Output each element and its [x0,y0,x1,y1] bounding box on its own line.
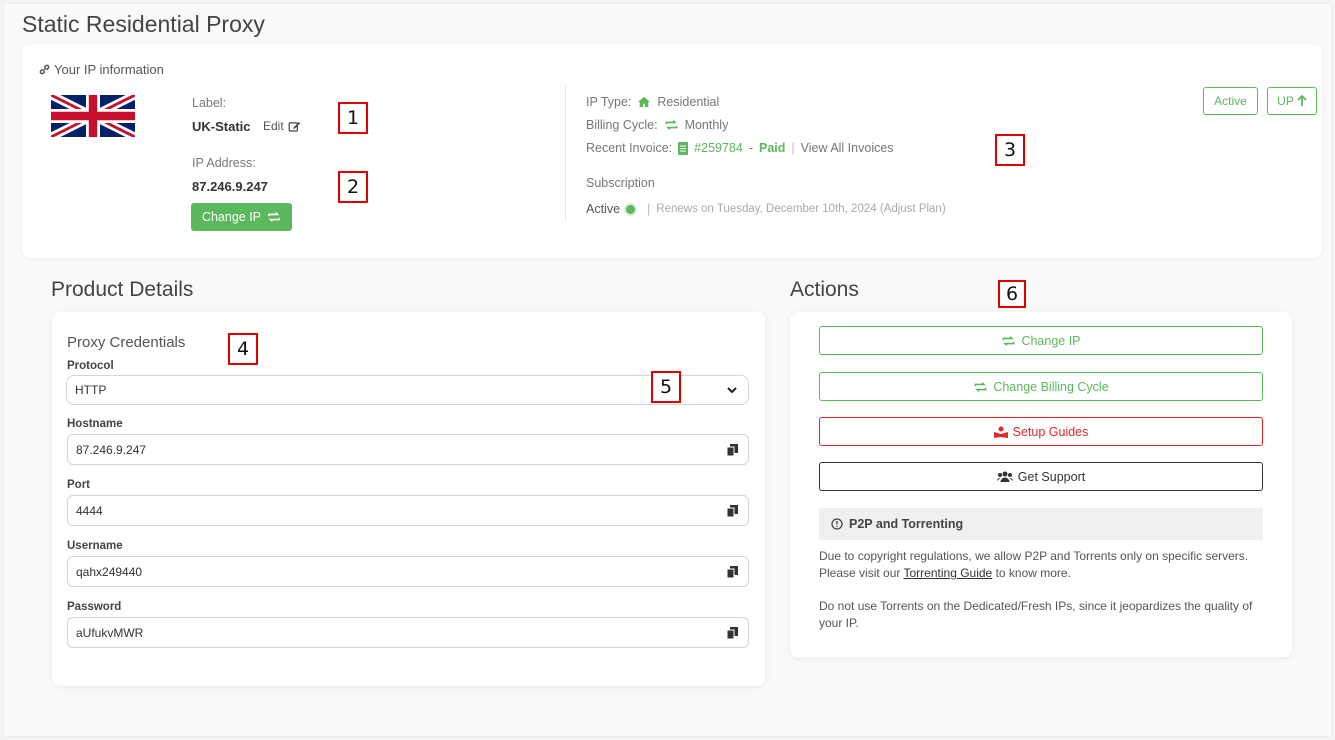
recent-invoice-row: Recent Invoice: #259784 - Paid | View Al… [586,141,894,155]
p2p-warning: Do not use Torrents on the Dedicated/Fre… [819,599,1253,630]
status-dot-icon [626,204,636,214]
home-icon [637,96,651,108]
invoice-status: Paid [759,141,786,155]
refresh-icon [267,211,281,223]
annotation-marker-2: 2 [338,171,368,203]
guide-icon [993,426,1008,438]
view-all-invoices-link[interactable]: View All Invoices [801,141,894,155]
copy-icon[interactable] [727,626,738,639]
subscription-status: Active [586,202,621,216]
copy-icon[interactable] [727,565,738,578]
password-field[interactable]: aUfukvMWR [67,617,749,648]
annotation-marker-1: 1 [338,102,368,134]
port-field[interactable]: 4444 [67,495,749,526]
arrow-up-icon [1297,95,1307,107]
hostname-field[interactable]: 87.246.9.247 [67,434,749,465]
ip-address-caption: IP Address: [192,156,256,170]
credentials-title: Proxy Credentials [67,334,186,351]
port-label: Port [67,479,90,491]
protocol-label: Protocol [67,360,114,372]
annotation-marker-6: 6 [998,280,1026,308]
ip-address-value: 87.246.9.247 [192,179,268,194]
uk-flag [51,95,135,137]
actions-title: Actions [790,278,859,301]
p2p-paragraph: Due to copyright regulations, we allow P… [819,549,1249,580]
status-badge[interactable]: Active [1203,87,1258,115]
info-circle-icon [831,518,843,530]
actions-card: Change IP Change Billing Cycle Setup Gui… [790,312,1292,657]
edit-icon [288,120,301,133]
annotation-marker-5: 5 [651,371,681,403]
billing-cycle-row: Billing Cycle: Monthly [586,118,729,132]
annotation-marker-3: 3 [995,134,1025,166]
ip-info-card: Your IP information Label: UK-Static Edi… [22,44,1322,258]
torrenting-guide-link[interactable]: Torrenting Guide [904,566,993,580]
copy-icon[interactable] [727,504,738,517]
ip-type-value: Residential [657,95,720,109]
get-support-button[interactable]: Get Support [819,462,1263,491]
password-label: Password [67,601,122,613]
action-change-ip-button[interactable]: Change IP [819,326,1263,355]
chevron-down-icon [726,386,738,395]
username-label: Username [67,540,123,552]
page-title: Static Residential Proxy [22,11,265,37]
subscription-row: Active | Renews on Tuesday, December 10t… [586,202,946,216]
billing-cycle-value: Monthly [684,118,729,132]
change-billing-cycle-button[interactable]: Change Billing Cycle [819,372,1263,401]
ip-type-row: IP Type: Residential [586,95,720,109]
invoice-number-link[interactable]: #259784 [694,141,743,155]
change-ip-button[interactable]: Change IP [191,203,292,231]
upgrade-button[interactable]: UP [1267,87,1317,115]
annotation-marker-4: 4 [228,333,258,365]
invoice-icon [678,141,689,155]
renews-text[interactable]: Renews on Tuesday, December 10th, 2024 (… [656,203,945,215]
refresh-icon [973,381,988,393]
refresh-icon [664,119,679,131]
protocol-select[interactable]: HTTP [66,375,749,405]
users-icon [996,471,1013,482]
username-field[interactable]: qahx249440 [67,556,749,587]
product-details-title: Product Details [51,278,194,301]
refresh-icon [1001,335,1016,347]
label-caption: Label: [192,96,227,110]
subscription-caption: Subscription [586,176,655,190]
ip-info-header: Your IP information [38,62,164,77]
vertical-divider [565,86,566,221]
label-value: UK-Static [192,119,251,134]
hostname-label: Hostname [67,418,123,430]
setup-guides-button[interactable]: Setup Guides [819,417,1263,446]
edit-label-link[interactable]: Edit [263,119,301,133]
copy-icon[interactable] [727,443,738,456]
proxy-credentials-card: Proxy Credentials Protocol HTTP Hostname… [52,312,765,686]
p2p-header: P2P and Torrenting [819,508,1263,540]
link-icon [38,63,51,76]
